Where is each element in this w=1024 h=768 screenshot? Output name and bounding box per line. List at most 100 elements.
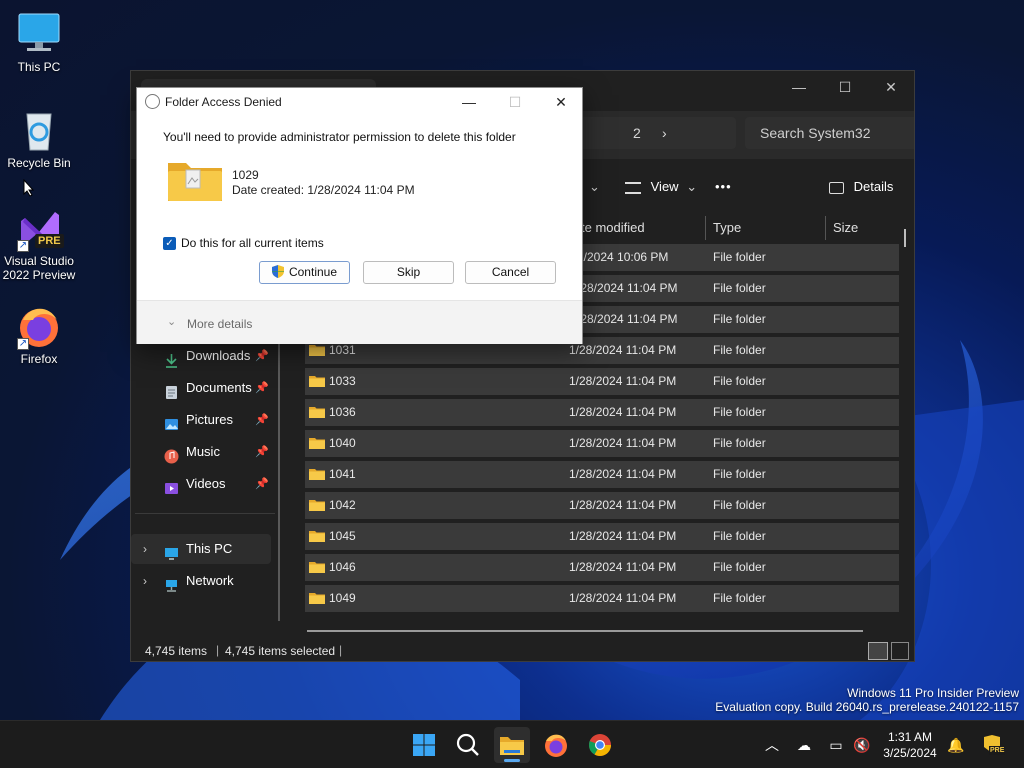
column-type[interactable]: Type [707,214,825,242]
item-count: 4,745 items [145,644,208,658]
dialog-close-button[interactable]: ✕ [541,90,581,114]
selected-count: 4,745 items selected [225,644,336,658]
taskbar-chrome[interactable] [582,727,618,763]
continue-label: Continue [288,265,338,279]
table-row[interactable]: 1042 1/28/2024 11:04 PM File folder [305,492,899,519]
details-view-toggle-icon[interactable] [868,642,888,660]
desktop-icon-recycle-bin[interactable]: Recycle Bin [0,106,78,170]
nav-item-this-pc[interactable]: › This PC [131,534,271,564]
nav-divider [135,513,275,514]
network-icon [164,574,179,592]
details-pane-button[interactable]: Details [829,177,893,197]
maximize-button[interactable]: ☐ [822,75,868,99]
insider-pre-icon[interactable]: PRE [980,733,1006,757]
row-date-modified: 1/28/2024 11:04 PM [569,529,677,543]
nav-item-pictures[interactable]: Pictures 📌 [131,405,271,435]
row-date-modified: 1/28/2024 11:04 PM [569,405,677,419]
firefox-icon [545,734,567,757]
table-row[interactable]: 1045 1/28/2024 11:04 PM File folder [305,523,899,550]
apply-all-label[interactable]: Do this for all current items [181,236,324,250]
row-type: File folder [713,312,766,326]
start-button[interactable] [406,727,442,763]
horizontal-scrollbar[interactable] [307,630,863,632]
row-name: 1033 [329,374,356,388]
more-details-toggle[interactable]: More details [187,317,252,331]
tray-pre-badge: PRE [989,746,1006,755]
clock[interactable]: 1:31 AM 3/25/2024 [880,729,940,761]
column-date-modified[interactable]: te modified [575,214,705,242]
nav-item-music[interactable]: Music 📌 [131,437,271,467]
table-row[interactable]: 1033 1/28/2024 11:04 PM File folder [305,368,899,395]
desktop-icon-label: Firefox [20,352,58,366]
nav-item-label: Network [186,573,234,588]
row-type: File folder [713,374,766,388]
apply-all-checkbox[interactable]: ✓ [163,237,176,250]
table-row[interactable]: 1049 1/28/2024 11:04 PM File folder [305,585,899,612]
search-button[interactable] [450,727,486,763]
sort-chevron-icon[interactable]: ⌄ [589,177,600,197]
evaluation-watermark: Windows 11 Pro Insider Preview Evaluatio… [715,686,1019,714]
display-icon[interactable]: ▭ [826,735,846,755]
folder-date: Date created: 1/28/2024 11:04 PM [232,183,415,197]
folder-access-denied-dialog[interactable]: Folder Access Denied — ☐ ✕ You'll need t… [136,87,583,344]
clock-time: 1:31 AM [887,730,933,744]
folder-icon [309,375,325,387]
pin-icon: 📌 [255,414,269,426]
nav-item-videos[interactable]: Videos 📌 [131,469,271,499]
dialog-minimize-button[interactable]: — [449,90,489,114]
row-type: File folder [713,281,766,295]
taskbar-firefox[interactable] [538,727,574,763]
nav-item-downloads[interactable]: Downloads 📌 [131,341,271,371]
more-options-button[interactable]: ••• [715,177,732,197]
taskbar-file-explorer[interactable] [494,727,530,763]
status-bar: 4,745 items | 4,745 items selected | [131,641,914,661]
tiles-view-toggle-icon[interactable] [891,642,909,660]
row-date-modified: 1/28/2024 11:04 PM [569,436,677,450]
skip-button[interactable]: Skip [363,261,454,284]
view-label: View [650,179,679,194]
pin-icon: 📌 [255,478,269,490]
nav-item-network[interactable]: › Network [131,566,271,596]
table-row[interactable]: 1046 1/28/2024 11:04 PM File folder [305,554,899,581]
cancel-button[interactable]: Cancel [465,261,556,284]
row-date-modified: 2/2024 10:06 PM [577,250,669,264]
nav-item-label: Music [186,444,220,459]
minimize-button[interactable]: — [776,75,822,99]
volume-muted-icon[interactable]: 🔇 [852,735,872,755]
chevron-up-icon[interactable]: ︿ [762,735,782,755]
row-name: 1036 [329,405,356,419]
watermark-line-2: Evaluation copy. Build 26040.rs_prerelea… [715,700,1019,714]
dialog-title: Folder Access Denied [165,95,282,109]
folder-icon [166,157,224,206]
table-row[interactable]: 1040 1/28/2024 11:04 PM File folder [305,430,899,457]
chevron-right-icon[interactable]: › [143,534,147,564]
row-type: File folder [713,498,766,512]
table-row[interactable]: 1041 1/28/2024 11:04 PM File folder [305,461,899,488]
row-type: File folder [713,591,766,605]
chevron-right-icon[interactable]: › [143,566,147,596]
vertical-scrollbar[interactable] [904,229,906,247]
continue-button[interactable]: Continue [259,261,350,284]
desktop-icon-this-pc[interactable]: This PC [0,10,78,74]
row-type: File folder [713,250,766,264]
column-size[interactable]: Size [827,214,907,242]
table-row[interactable]: 1036 1/28/2024 11:04 PM File folder [305,399,899,426]
notification-bell-icon[interactable]: 🔔 [946,735,966,755]
row-name: 1042 [329,498,356,512]
row-type: File folder [713,560,766,574]
music-icon [164,445,179,464]
nav-item-documents[interactable]: Documents 📌 [131,373,271,403]
folder-icon [309,592,325,604]
close-button[interactable]: ✕ [868,75,914,99]
row-date-modified: 1/28/2024 11:04 PM [569,591,677,605]
view-button[interactable]: View ⌄ [625,177,697,197]
chevron-down-icon[interactable]: ⌄ [167,315,176,328]
desktop-icon-visual-studio[interactable]: PRE ↗ Visual Studio 2022 Preview [0,204,78,282]
details-pane-icon [829,181,844,194]
cloud-offline-icon[interactable]: ☁ [794,735,814,755]
row-type: File folder [713,467,766,481]
desktop-icon-firefox[interactable]: ↗ Firefox [0,302,78,366]
row-name: 1040 [329,436,356,450]
chrome-icon [589,734,611,756]
search-input[interactable]: Search System32 [745,117,914,149]
